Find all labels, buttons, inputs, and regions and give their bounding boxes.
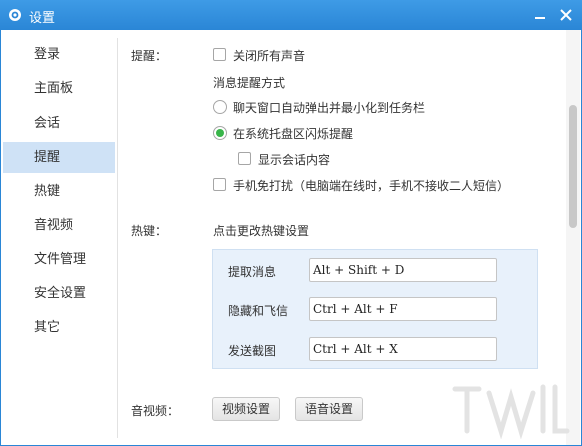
- hotkey-panel: 提取消息 Alt + Shift + D 隐藏和飞信 Ctrl + Alt + …: [212, 249, 538, 369]
- watermark-logo: [452, 384, 570, 439]
- sidebar-item-file-management[interactable]: 文件管理: [3, 244, 115, 275]
- av-section-label: 音视频：: [131, 404, 180, 418]
- tray-flash-option-label[interactable]: 在系统托盘区闪烁提醒: [233, 125, 353, 142]
- sidebar-item-main-panel[interactable]: 主面板: [3, 73, 115, 104]
- popup-radio[interactable]: [213, 100, 227, 114]
- minimize-button[interactable]: [529, 5, 551, 25]
- sidebar-item-conversation[interactable]: 会话: [3, 108, 115, 139]
- sidebar-item-security[interactable]: 安全设置: [3, 278, 115, 309]
- hotkeys-hint: 点击更改热键设置: [213, 224, 310, 238]
- video-settings-button[interactable]: 视频设置: [212, 397, 281, 421]
- reminder-method-label: 消息提醒方式: [213, 76, 286, 90]
- sidebar-item-hotkeys[interactable]: 热键: [3, 176, 115, 207]
- sidebar-item-other[interactable]: 其它: [3, 312, 115, 343]
- scrollbar-thumb[interactable]: [569, 105, 577, 228]
- sidebar-item-audio-video[interactable]: 音视频: [3, 210, 115, 241]
- hotkey-field-screenshot[interactable]: Ctrl + Alt + X: [309, 337, 497, 361]
- sidebar-item-reminder[interactable]: 提醒: [3, 142, 115, 173]
- audio-settings-button[interactable]: 语音设置: [295, 397, 364, 421]
- popup-option-label[interactable]: 聊天窗口自动弹出并最小化到任务栏: [233, 99, 425, 116]
- close-button[interactable]: [555, 5, 577, 25]
- hotkey-label-screenshot: 发送截图: [228, 344, 277, 358]
- sidebar-item-login[interactable]: 登录: [3, 39, 115, 70]
- hotkeys-section-label: 热键：: [131, 224, 168, 238]
- hotkey-field-extract[interactable]: Alt + Shift + D: [309, 258, 497, 282]
- hotkey-field-hide[interactable]: Ctrl + Alt + F: [309, 297, 497, 321]
- window-title: 设置: [29, 11, 56, 26]
- hotkey-label-extract: 提取消息: [228, 265, 277, 279]
- sidebar: 登录 主面板 会话 提醒 热键 音视频 文件管理 安全设置 其它: [1, 30, 116, 445]
- mute-all-checkbox[interactable]: [213, 48, 226, 61]
- reminder-section-label: 提醒：: [131, 49, 168, 63]
- mobile-dnd-label[interactable]: 手机免打扰（电脑端在线时，手机不接收二人短信）: [233, 177, 509, 194]
- minimize-icon: [535, 17, 545, 19]
- gear-icon: [9, 9, 21, 21]
- mute-all-label[interactable]: 关闭所有声音: [233, 47, 305, 64]
- show-content-label[interactable]: 显示会话内容: [258, 151, 330, 168]
- hotkey-label-hide: 隐藏和飞信: [228, 304, 289, 318]
- title-bar: 设置: [0, 0, 582, 30]
- mobile-dnd-checkbox[interactable]: [213, 178, 226, 191]
- show-content-checkbox[interactable]: [238, 152, 251, 165]
- tray-flash-radio[interactable]: [213, 126, 227, 140]
- close-icon: [560, 9, 572, 21]
